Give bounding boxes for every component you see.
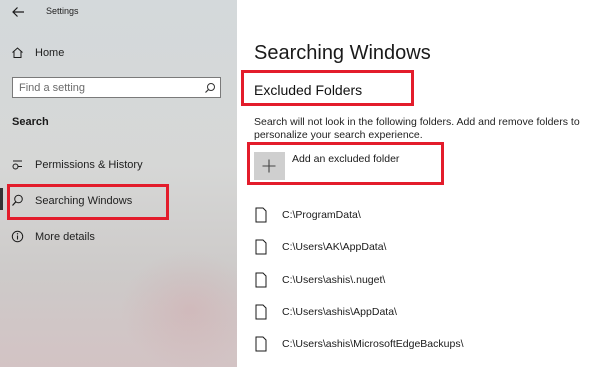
- list-item[interactable]: C:\Users\ashis\AppData\: [255, 303, 585, 323]
- section-heading-search: Search: [12, 116, 49, 128]
- find-setting-input[interactable]: [19, 80, 199, 95]
- list-item[interactable]: C:\Users\AK\AppData\: [255, 238, 585, 258]
- sidebar-item-more-details[interactable]: More details: [0, 224, 237, 250]
- folder-document-icon: [255, 272, 267, 288]
- search-icon[interactable]: [204, 82, 216, 94]
- highlight-box: [7, 184, 169, 220]
- nav-home[interactable]: Home: [0, 40, 237, 66]
- folder-path: C:\Users\ashis\.nuget\: [282, 274, 386, 286]
- list-item[interactable]: C:\Users\ashis\MicrosoftEdgeBackups\: [255, 335, 585, 355]
- home-icon: [12, 47, 23, 58]
- sidebar-item-label: Permissions & History: [35, 159, 143, 171]
- folder-path: C:\Users\AK\AppData\: [282, 241, 387, 253]
- list-item[interactable]: C:\Users\ashis\.nuget\: [255, 271, 585, 291]
- folder-path: C:\Users\ashis\MicrosoftEdgeBackups\: [282, 338, 464, 350]
- excluded-folders-description: Search will not look in the following fo…: [254, 116, 580, 141]
- page-title: Searching Windows: [254, 42, 431, 64]
- folder-path: C:\Users\ashis\AppData\: [282, 306, 397, 318]
- sidebar-item-permissions-history[interactable]: Permissions & History: [0, 152, 237, 178]
- sidebar-item-label: More details: [35, 231, 95, 243]
- folder-document-icon: [255, 239, 267, 255]
- highlight-box: [241, 70, 414, 106]
- permissions-icon: [12, 160, 22, 170]
- info-icon: [11, 230, 24, 243]
- title-bar: Settings: [0, 0, 237, 28]
- find-setting-box[interactable]: [12, 77, 221, 98]
- nav-home-label: Home: [35, 47, 65, 59]
- folder-document-icon: [255, 207, 267, 223]
- back-arrow-icon[interactable]: [11, 5, 25, 19]
- folder-document-icon: [255, 304, 267, 320]
- app-title: Settings: [46, 6, 79, 16]
- folder-document-icon: [255, 336, 267, 352]
- folder-path: C:\ProgramData\: [282, 209, 361, 221]
- list-item[interactable]: C:\ProgramData\: [255, 206, 585, 226]
- highlight-box: [247, 142, 444, 185]
